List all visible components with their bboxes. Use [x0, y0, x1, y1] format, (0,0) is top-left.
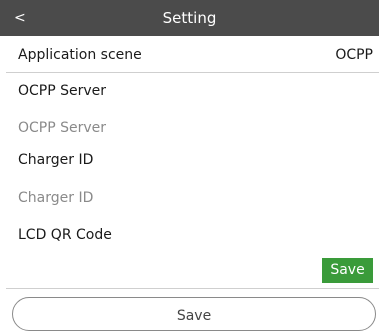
application-scene-value[interactable]: OCPP — [335, 47, 373, 63]
charger-id-label: Charger ID — [18, 152, 94, 168]
divider — [6, 288, 379, 289]
app-header: < Setting — [0, 0, 379, 36]
save-button[interactable]: Save — [322, 258, 373, 283]
lcd-qr-code-label: LCD QR Code — [18, 227, 112, 243]
application-scene-label: Application scene — [18, 47, 142, 63]
save-settings-button[interactable]: Save — [12, 297, 376, 331]
page-title: Setting — [162, 9, 217, 27]
ocpp-server-label: OCPP Server — [18, 83, 107, 99]
charger-id-input[interactable] — [18, 187, 358, 209]
application-scene-row[interactable]: Application scene OCPP — [18, 47, 373, 63]
ocpp-server-input[interactable] — [18, 117, 358, 139]
divider — [6, 72, 379, 73]
